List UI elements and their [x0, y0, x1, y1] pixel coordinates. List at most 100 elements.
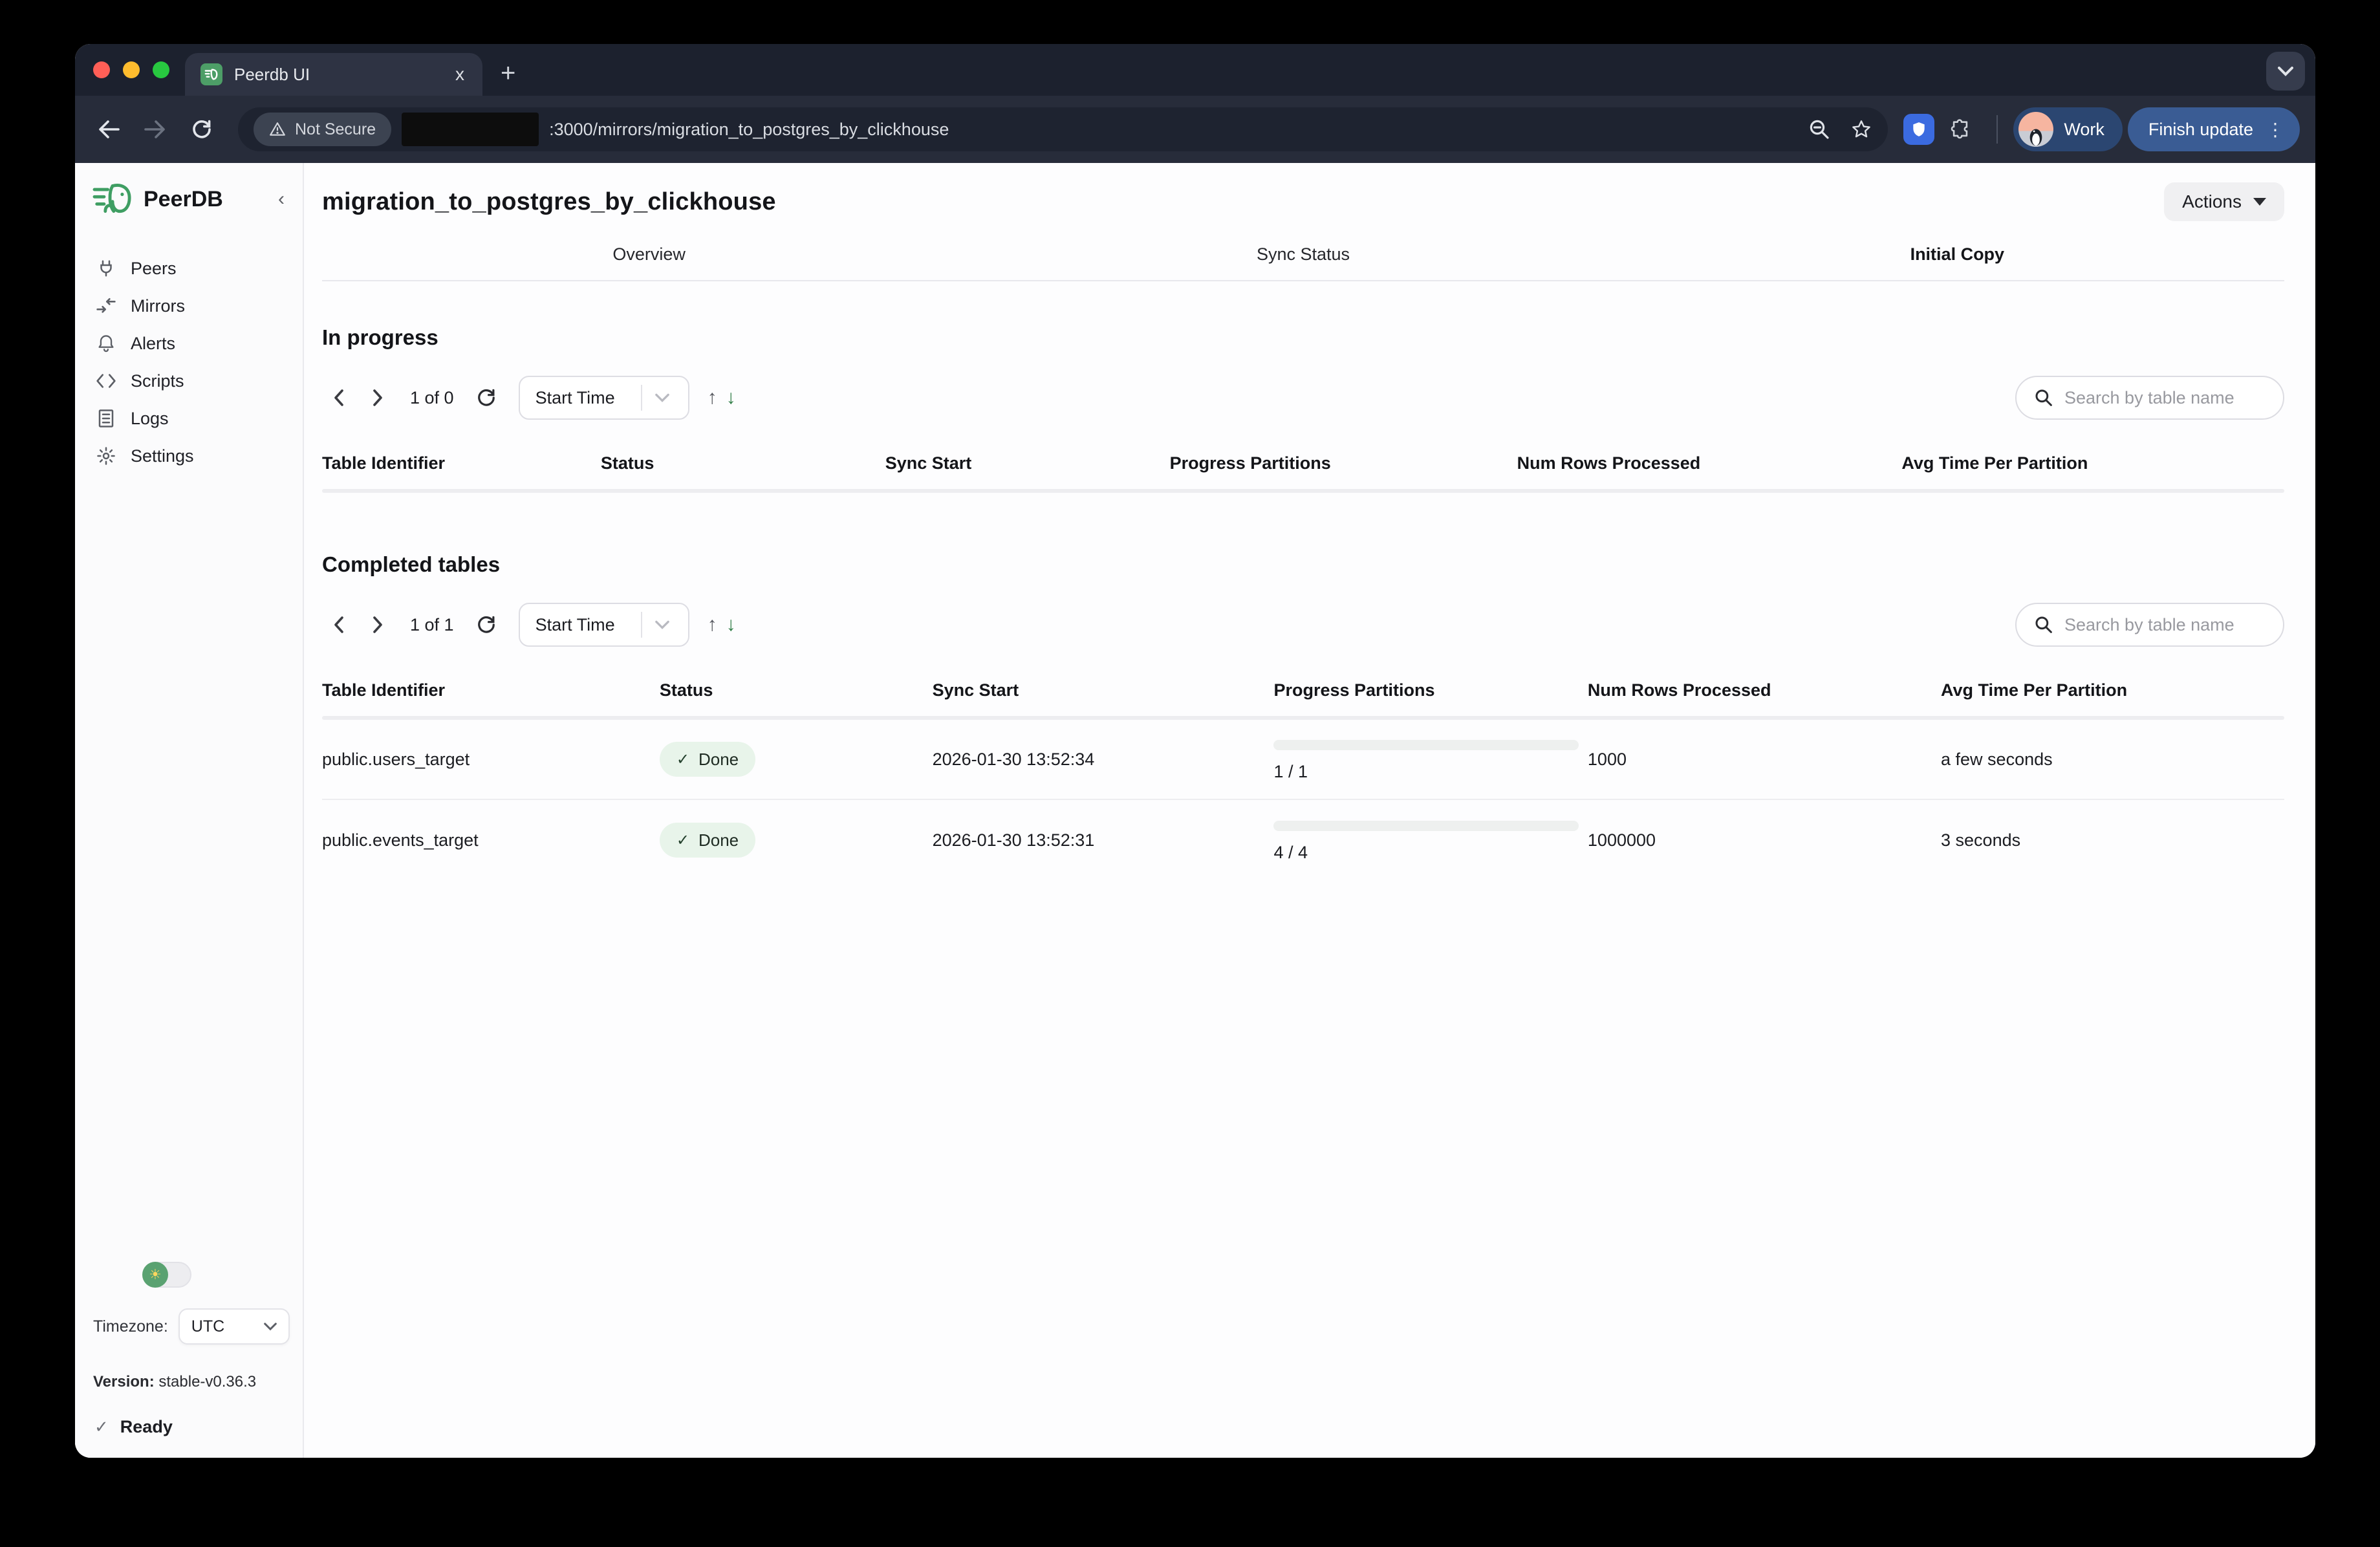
check-icon: ✓	[676, 831, 689, 850]
warning-icon	[269, 121, 286, 138]
status-badge: ✓ Done	[660, 742, 755, 777]
peerdb-favicon-icon	[200, 63, 222, 85]
sidebar-item-mirrors[interactable]: Mirrors	[75, 288, 303, 323]
back-icon[interactable]	[88, 109, 129, 150]
in-progress-search-input[interactable]: Search by table name	[2015, 376, 2284, 420]
forward-icon[interactable]	[135, 109, 176, 150]
sidebar-item-alerts[interactable]: Alerts	[75, 326, 303, 361]
tab-overflow-button[interactable]	[2266, 52, 2305, 91]
num-rows-processed: 1000	[1588, 750, 1941, 770]
in-progress-toolbar: 1 of 0 Start Time ↑	[322, 376, 2284, 420]
finish-update-button[interactable]: Finish update ⋮	[2128, 107, 2300, 151]
gear-icon	[96, 446, 116, 466]
sidebar-item-peers[interactable]: Peers	[75, 251, 303, 286]
chevron-down-icon	[264, 1322, 277, 1331]
status-label: Ready	[120, 1417, 173, 1437]
table-header-divider	[322, 489, 2284, 493]
mirror-tabs: Overview Sync Status Initial Copy	[322, 234, 2284, 281]
table-identifier: public.events_target	[322, 830, 660, 850]
timezone-value: UTC	[191, 1317, 224, 1336]
browser-toolbar: Not Secure :3000/mirrors/migration_to_po…	[75, 96, 2315, 163]
timezone-select[interactable]: UTC	[178, 1308, 290, 1345]
peerdb-logo-icon	[92, 181, 133, 217]
actions-button[interactable]: Actions	[2164, 182, 2284, 221]
page-count: 1 of 1	[410, 615, 454, 635]
tab-title: Peerdb UI	[234, 65, 438, 85]
sort-ascending-icon[interactable]: ↑	[708, 387, 717, 409]
close-tab-icon[interactable]: x	[450, 61, 470, 87]
code-icon	[96, 371, 116, 391]
theme-toggle[interactable]: ☀	[142, 1262, 191, 1288]
profile-button[interactable]: Work	[2013, 107, 2123, 151]
progress-bar	[1273, 821, 1579, 831]
sidebar: PeerDB ‹ Peers Mirrors	[75, 163, 304, 1458]
tab-overview[interactable]: Overview	[322, 234, 976, 280]
peerdb-app: PeerDB ‹ Peers Mirrors	[75, 163, 2315, 1458]
not-secure-chip[interactable]: Not Secure	[254, 113, 391, 146]
next-page-icon[interactable]	[361, 608, 395, 642]
plug-icon	[96, 258, 116, 279]
light-mode-sun-icon: ☀	[142, 1262, 168, 1288]
progress-fraction: 1 / 1	[1273, 762, 1587, 782]
browser-menu-kebab-icon[interactable]: ⋮	[2266, 119, 2284, 140]
sync-start: 2026-01-30 13:52:31	[933, 830, 1274, 850]
desktop-background: Peerdb UI x + Not Secure	[0, 0, 2380, 1547]
search-icon	[2035, 389, 2053, 407]
tab-initial-copy[interactable]: Initial Copy	[1630, 234, 2284, 280]
completed-search-input[interactable]: Search by table name	[2015, 603, 2284, 647]
refresh-icon[interactable]	[470, 608, 503, 642]
search-placeholder: Search by table name	[2064, 615, 2234, 635]
sort-field-select[interactable]: Start Time	[519, 376, 689, 420]
extensions-puzzle-icon[interactable]	[1940, 109, 1981, 150]
sidebar-item-label: Logs	[131, 409, 169, 429]
sidebar-nav: Peers Mirrors Alerts	[75, 251, 303, 473]
sort-field-value: Start Time	[536, 388, 615, 408]
profile-avatar	[2018, 112, 2053, 147]
sidebar-item-settings[interactable]: Settings	[75, 438, 303, 473]
sort-ascending-icon[interactable]: ↑	[708, 614, 717, 636]
tab-sync-status[interactable]: Sync Status	[976, 234, 1630, 280]
next-page-icon[interactable]	[361, 381, 395, 415]
sidebar-item-label: Settings	[131, 446, 194, 466]
maximize-window-button[interactable]	[153, 61, 169, 78]
close-window-button[interactable]	[93, 61, 110, 78]
sidebar-item-scripts[interactable]: Scripts	[75, 363, 303, 398]
page-title: migration_to_postgres_by_clickhouse	[322, 188, 2164, 216]
zoom-out-icon[interactable]	[1809, 119, 1830, 140]
browser-tab[interactable]: Peerdb UI x	[185, 53, 482, 96]
prev-page-icon[interactable]	[322, 381, 356, 415]
check-icon: ✓	[94, 1417, 109, 1437]
sort-descending-icon[interactable]: ↓	[726, 387, 736, 409]
in-progress-heading: In progress	[322, 325, 2284, 350]
sidebar-item-label: Alerts	[131, 334, 175, 354]
completed-heading: Completed tables	[322, 552, 2284, 577]
status-badge: ✓ Done	[660, 823, 755, 858]
num-rows-processed: 1000000	[1588, 830, 1941, 850]
address-bar[interactable]: Not Secure :3000/mirrors/migration_to_po…	[238, 107, 1888, 151]
mirror-arrows-icon	[96, 296, 116, 316]
version-value: stable-v0.36.3	[158, 1373, 256, 1390]
progress-partitions: 1 / 1	[1273, 737, 1587, 782]
finish-update-label: Finish update	[2148, 120, 2253, 140]
completed-header-row: Table Identifier Status Sync Start Progr…	[322, 680, 2284, 716]
password-manager-shield-icon[interactable]	[1903, 114, 1934, 145]
sidebar-collapse-button[interactable]: ‹	[278, 188, 285, 210]
status-indicator: ✓ Ready	[75, 1391, 303, 1440]
refresh-icon[interactable]	[470, 381, 503, 415]
table-identifier: public.users_target	[322, 750, 660, 770]
sidebar-item-logs[interactable]: Logs	[75, 401, 303, 436]
minimize-window-button[interactable]	[123, 61, 140, 78]
bookmark-star-icon[interactable]	[1850, 119, 1872, 140]
profile-label: Work	[2064, 120, 2104, 140]
avg-time-per-partition: 3 seconds	[1941, 830, 2284, 850]
sync-start: 2026-01-30 13:52:34	[933, 750, 1274, 770]
new-tab-button[interactable]: +	[501, 59, 515, 88]
sort-field-select[interactable]: Start Time	[519, 603, 689, 647]
table-row: public.users_target ✓ Done 2026-01-30 13…	[322, 720, 2284, 800]
redacted-host	[402, 113, 539, 146]
sort-descending-icon[interactable]: ↓	[726, 614, 736, 636]
in-progress-header-row: Table Identifier Status Sync Start Progr…	[322, 453, 2284, 489]
reload-icon[interactable]	[181, 109, 222, 150]
version-info: Version: stable-v0.36.3	[75, 1345, 303, 1391]
prev-page-icon[interactable]	[322, 608, 356, 642]
